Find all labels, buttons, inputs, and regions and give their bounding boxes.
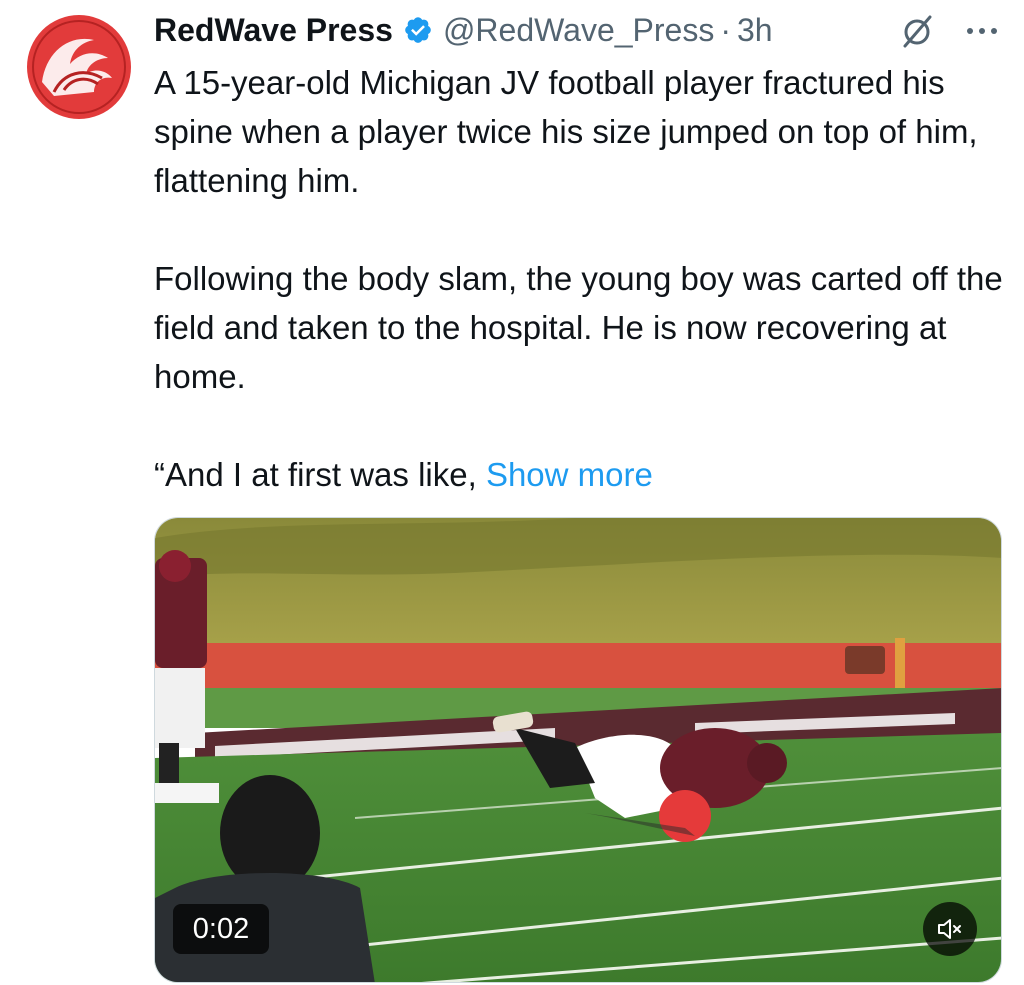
video-frame (155, 518, 1001, 982)
author-handle[interactable]: @RedWave_Press (443, 12, 714, 49)
video-timestamp: 0:02 (173, 904, 269, 954)
tweet-header: RedWave Press @RedWave_Press · 3h (154, 8, 1014, 52)
post-time[interactable]: 3h (737, 12, 773, 49)
video-player[interactable]: 0:02 (154, 517, 1002, 983)
grok-icon[interactable] (899, 14, 935, 50)
avatar[interactable] (24, 12, 134, 122)
author-name[interactable]: RedWave Press (154, 12, 393, 49)
verified-badge-icon (405, 17, 431, 43)
tweet-text: A 15-year-old Michigan JV football playe… (154, 58, 1014, 499)
muted-speaker-icon (938, 919, 961, 939)
show-more-link[interactable]: Show more (486, 456, 653, 493)
tweet-paragraph-3-text: “And I at first was like, (154, 456, 477, 493)
mute-button[interactable] (923, 902, 977, 956)
tweet-paragraph-2: Following the body slam, the young boy w… (154, 260, 1003, 395)
tweet-paragraph-1: A 15-year-old Michigan JV football playe… (154, 64, 978, 199)
more-options-icon[interactable] (962, 16, 1002, 46)
tweet-paragraph-3: “And I at first was like, Show more (154, 450, 1014, 499)
separator-dot: · (720, 11, 731, 48)
redwave-logo (24, 12, 134, 122)
